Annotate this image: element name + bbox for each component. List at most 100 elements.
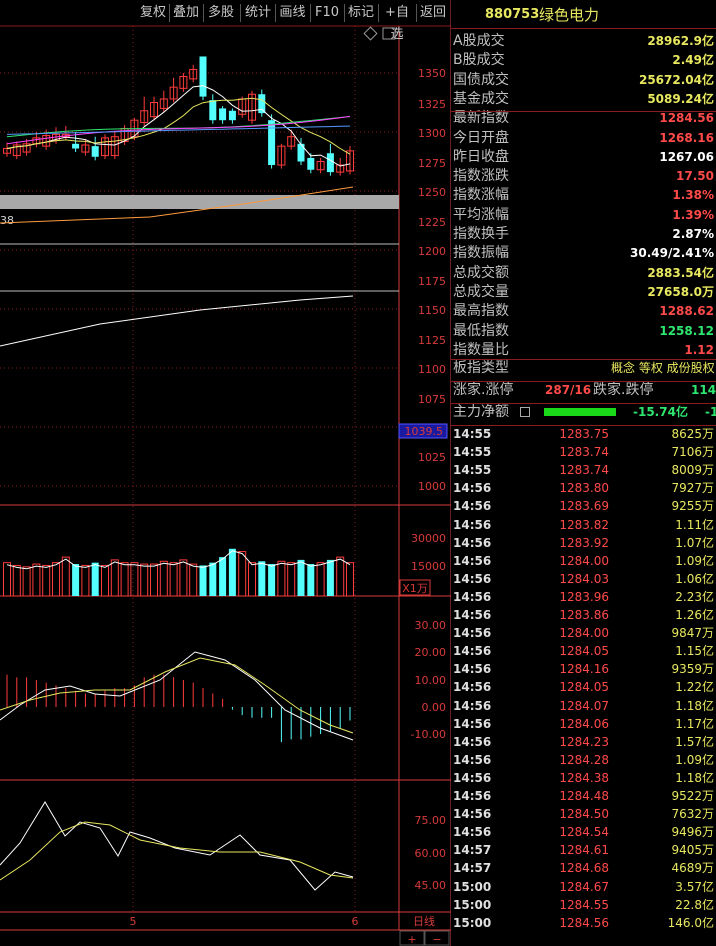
- volume-bar: [12, 564, 21, 597]
- toolbar-button-1[interactable]: 叠加: [170, 2, 202, 24]
- stat-label: 指数量比: [453, 341, 509, 358]
- toolbar-button-7[interactable]: +自选: [379, 2, 415, 42]
- panel-divider-2: [451, 359, 716, 360]
- volume-bar: [169, 562, 178, 597]
- tick-row: 14:56 1284.05 1.15亿: [451, 642, 716, 660]
- toolbar-button-0[interactable]: 复权: [137, 2, 169, 24]
- ma30-line: [6, 116, 351, 138]
- toolbar-button-6[interactable]: 标记: [345, 2, 377, 24]
- stat-value: 1268.16: [659, 130, 714, 145]
- main-force-bar: [544, 408, 616, 416]
- volume-bar: [219, 557, 227, 596]
- macd-tick-label: 30.00: [415, 619, 447, 632]
- tick-row: 14:56 1284.23 1.57亿: [451, 733, 716, 751]
- volume-bar: [32, 563, 41, 597]
- list-icon[interactable]: [520, 407, 530, 417]
- tick-row: 14:56 1284.38 1.18亿: [451, 769, 716, 787]
- tick-row: 14:56 1284.03 1.06亿: [451, 570, 716, 588]
- tick-volume: 4689万: [671, 861, 714, 876]
- kline-chart[interactable]: 38 1350 1325 1300 1275 1250 1225 1200 1175 1150 1…: [0, 0, 451, 946]
- tick-volume: 7632万: [671, 807, 714, 822]
- candle-body: [91, 146, 99, 157]
- price-tick-label: 1300: [418, 127, 446, 140]
- stat-row: 指数涨幅 1.38%: [451, 186, 716, 205]
- toolbar-button-4[interactable]: 画线: [276, 2, 309, 24]
- price-tick-label: 1175: [418, 275, 446, 288]
- ma120-lower-segment: [0, 216, 151, 224]
- index-title: 880753 绿色电力: [451, 3, 716, 27]
- stat-row: 基金成交 5089.24亿: [451, 90, 716, 109]
- volume-bar: [297, 559, 305, 596]
- volume-bar: [3, 562, 11, 597]
- compressed-scale-band: [0, 195, 399, 209]
- tick-row: 14:56 1284.16 9359万: [451, 660, 716, 678]
- tick-volume: 2.23亿: [675, 589, 714, 604]
- board-type-row: 板指类型 概念 等权 成份股权: [451, 359, 716, 378]
- dif-line: [0, 651, 354, 741]
- tick-row: 14:56 1284.06 1.17亿: [451, 715, 716, 733]
- tick-time: 14:56: [453, 535, 492, 550]
- long-ma-line: [0, 295, 354, 347]
- volume-bar: [91, 562, 99, 596]
- stat-value: 28962.9亿: [647, 34, 714, 48]
- stat-value: 2.49亿: [672, 53, 714, 68]
- fall-value: 114/: [691, 383, 716, 397]
- candle-body: [72, 143, 80, 149]
- candle-body: [268, 120, 276, 166]
- tick-price: 1283.75: [559, 427, 609, 441]
- candle-body: [199, 56, 207, 97]
- volume-bar: [179, 559, 188, 597]
- tick-time: 14:56: [453, 680, 492, 695]
- tick-time: 14:57: [453, 843, 492, 858]
- tick-time: 15:00: [453, 879, 492, 894]
- k-line: [0, 801, 354, 891]
- stat-row: 最低指数 1258.12: [451, 322, 716, 341]
- tick-volume: 1.09亿: [675, 752, 714, 767]
- stat-row: 指数涨跌 17.50: [451, 167, 716, 186]
- tick-volume: 1.11亿: [675, 517, 714, 532]
- macd-tick-label: -10.00: [411, 728, 446, 741]
- toolbar-button-5[interactable]: F10: [311, 2, 343, 24]
- toolbar-button-8[interactable]: 返回: [417, 2, 449, 24]
- board-type-value[interactable]: 概念 等权 成份股权: [611, 359, 715, 378]
- stat-value: 1.39%: [672, 207, 714, 222]
- main-force-row: 主力净额 -15.74亿 -1: [451, 403, 716, 422]
- tick-price: 1284.07: [559, 698, 609, 713]
- stat-row: 指数换手 2.87%: [451, 225, 716, 244]
- price-tick-label: 1100: [418, 363, 446, 376]
- tick-time: 14:56: [453, 807, 492, 822]
- tick-price: 1284.54: [559, 825, 609, 840]
- stat-value: 1284.56: [659, 111, 714, 126]
- tick-volume: 1.09亿: [675, 553, 714, 568]
- price-tick-label: 1025: [418, 451, 446, 464]
- current-price-tag: 1039.5: [405, 425, 444, 438]
- tick-price: 1284.05: [559, 680, 609, 695]
- tick-price: 1283.96: [559, 589, 609, 604]
- toolbar-separator: [378, 4, 379, 22]
- tick-row: 14:56 1284.05 1.22亿: [451, 678, 716, 696]
- stat-label: 基金成交: [453, 90, 509, 107]
- tick-price: 1284.61: [559, 843, 609, 858]
- toolbar-separator: [416, 4, 417, 22]
- date-tick-label: 6: [352, 915, 359, 928]
- tick-time: 14:56: [453, 716, 492, 731]
- tick-time: 14:56: [453, 589, 492, 604]
- quote-panel: 880753 绿色电力 A股成交 28962.9亿 B股成交 2.49亿 国债成交 256…: [451, 0, 716, 946]
- volume-bar: [277, 560, 286, 597]
- price-tick-label: 1200: [418, 245, 446, 258]
- price-tick-label: 1075: [418, 393, 446, 406]
- tick-time: 14:57: [453, 861, 492, 876]
- fall-label: 跌家.跌停: [593, 382, 654, 398]
- candle-body: [326, 153, 334, 173]
- tick-price: 1284.67: [559, 879, 609, 894]
- volume-tick-label: 15000: [411, 560, 446, 573]
- toolbar-button-2[interactable]: 多股: [204, 2, 238, 24]
- stat-row: 指数振幅 30.49/2.41%: [451, 244, 716, 263]
- tick-volume: 8625万: [671, 427, 714, 441]
- price-tick-label: 1150: [418, 304, 446, 317]
- toolbar-button-3[interactable]: 统计: [241, 2, 275, 24]
- volume-bar: [248, 562, 256, 597]
- volume-bar: [189, 563, 198, 597]
- tick-volume: 9255万: [671, 499, 714, 514]
- tick-row: 14:56 1284.50 7632万: [451, 805, 716, 823]
